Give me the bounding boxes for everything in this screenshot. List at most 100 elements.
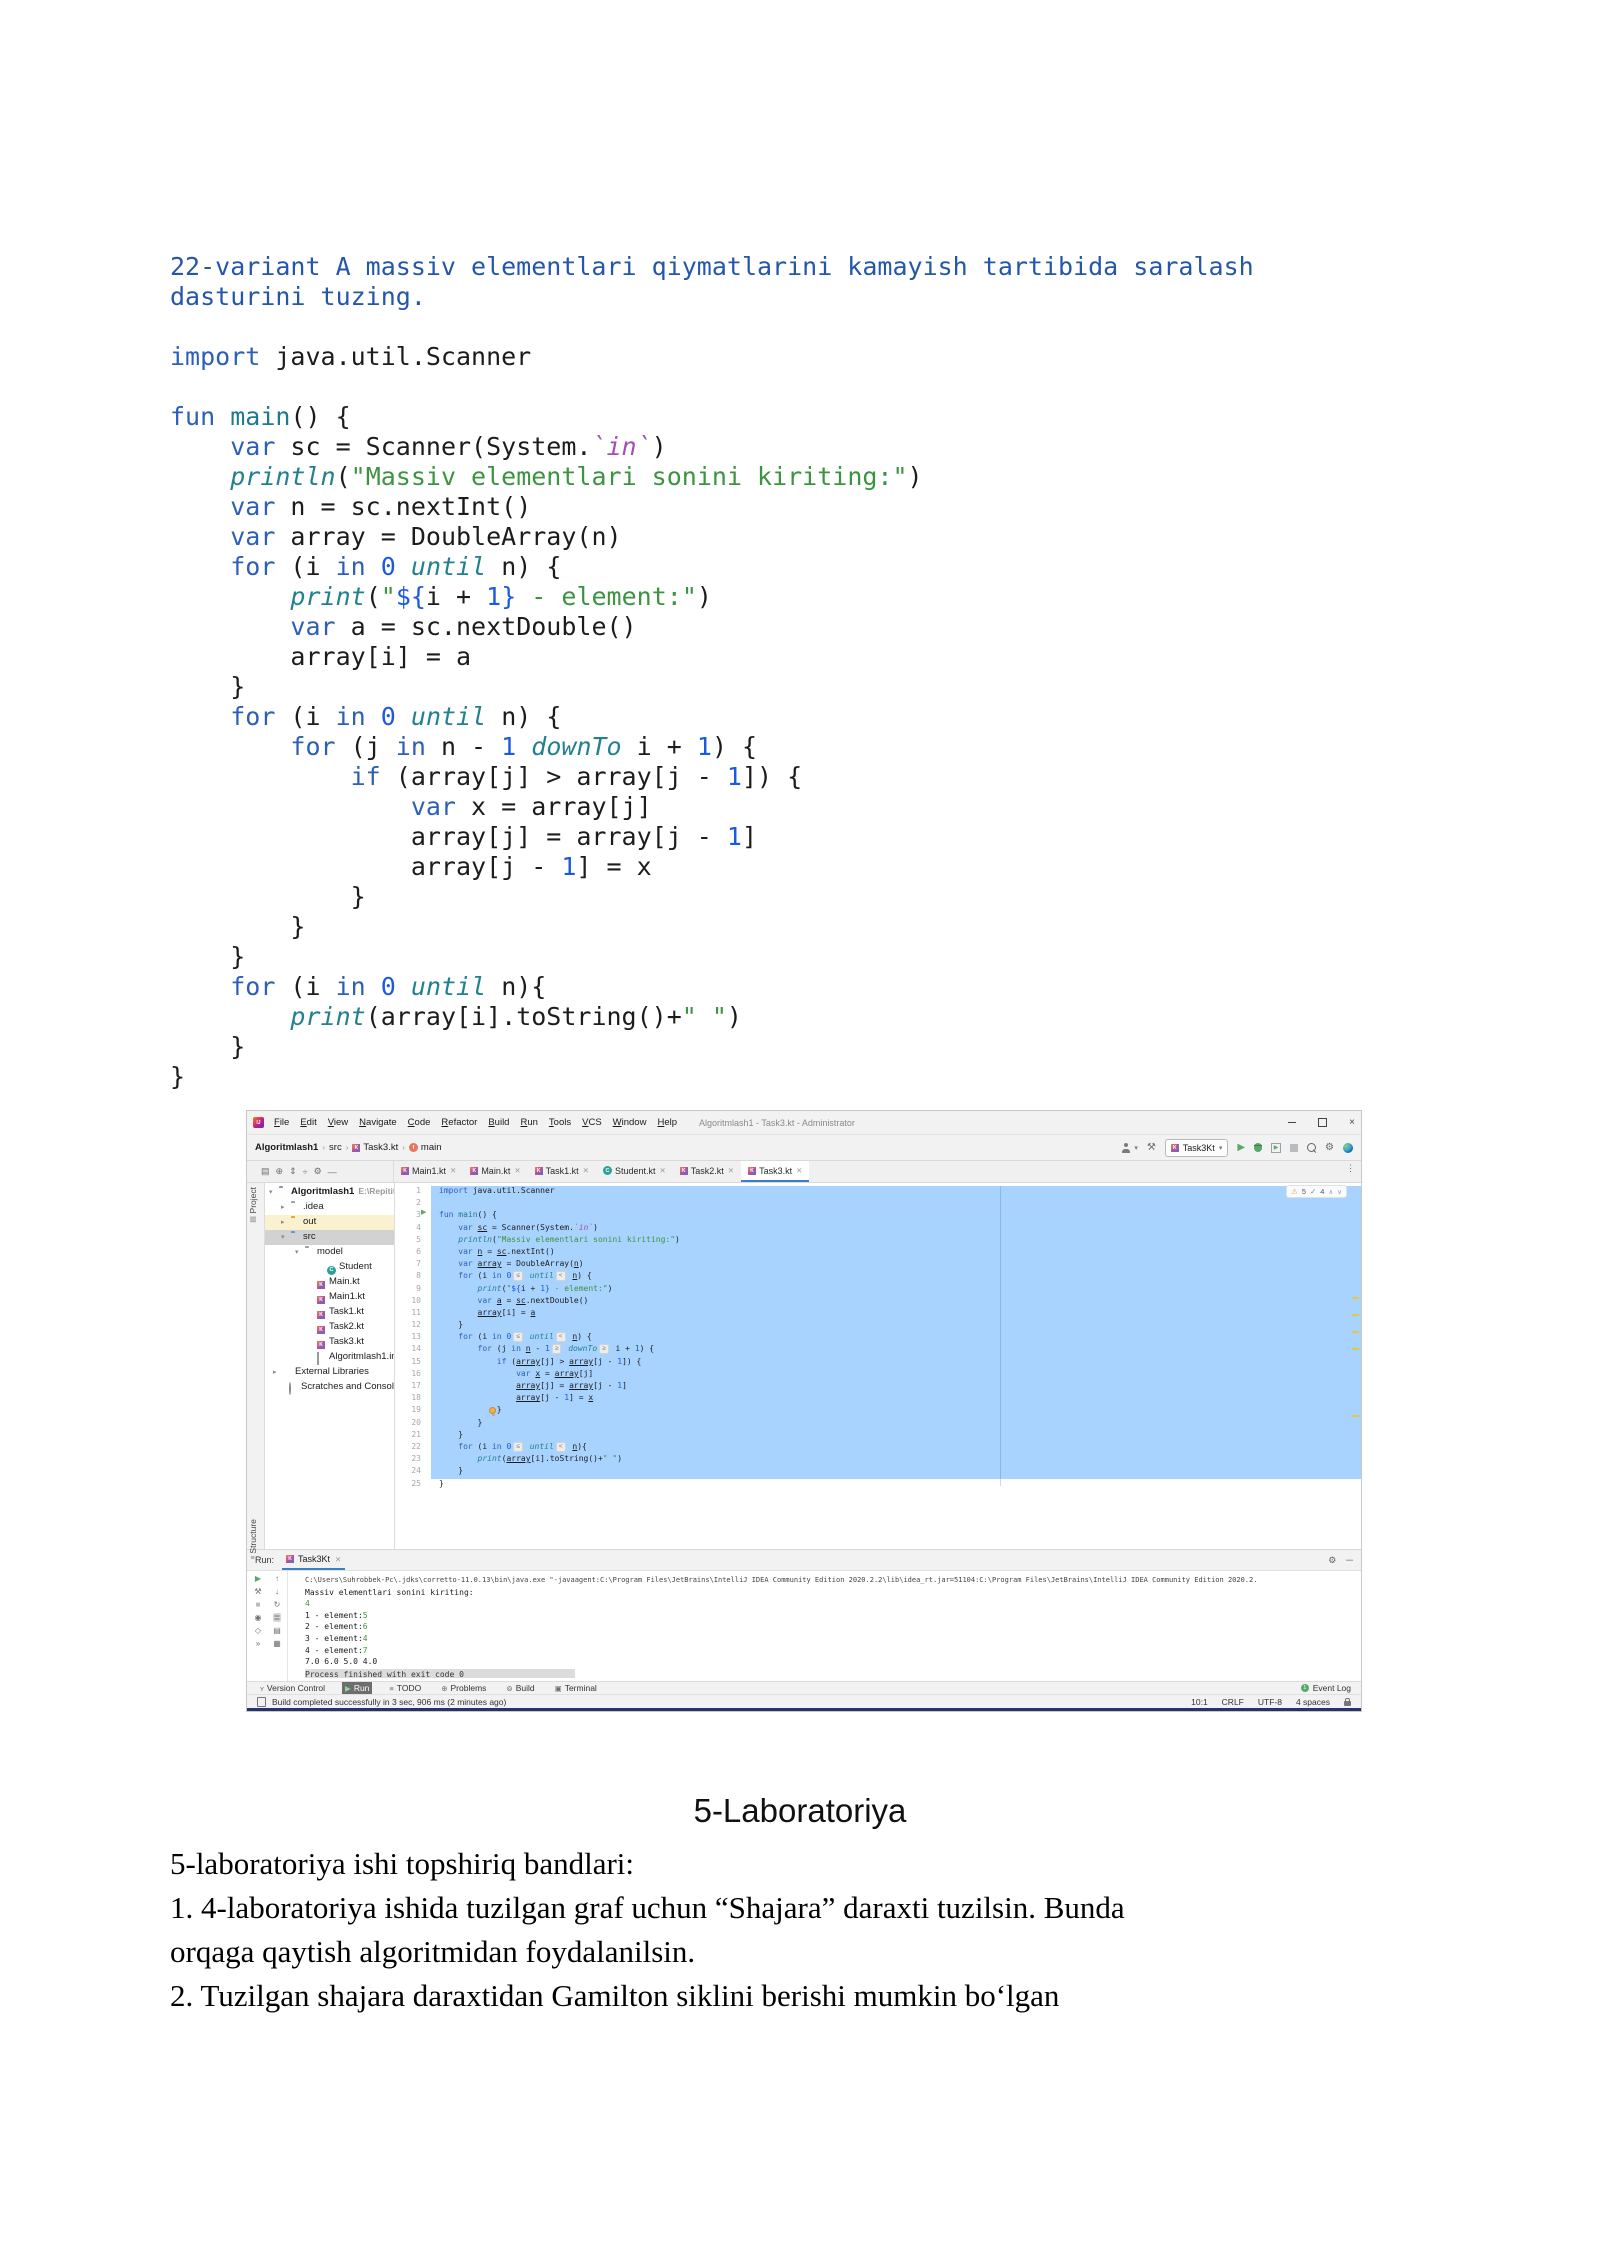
editor-tab-task3-kt[interactable]: KTask3.kt✕	[741, 1161, 809, 1182]
menu-refactor[interactable]: Refactor	[441, 1117, 477, 1128]
editor-tab-main1-kt[interactable]: KMain1.kt✕	[394, 1161, 463, 1182]
toolwindow-button-terminal[interactable]: ▣Terminal	[552, 1682, 600, 1694]
menu-help[interactable]: Help	[657, 1117, 677, 1128]
toolwindow-button-build[interactable]: ⊚Build	[503, 1682, 537, 1694]
scroll-up-icon[interactable]: ↑	[275, 1574, 279, 1583]
inspections-widget[interactable]: ⚠5 ✓4 ∧ ∨	[1286, 1185, 1347, 1198]
tool-button-structure[interactable]: ≡Structure	[248, 1519, 258, 1561]
toolwindow-button-problems[interactable]: ⊕Problems	[438, 1682, 489, 1694]
editor-line[interactable]: array[j] = array[j - 1]	[431, 1381, 1361, 1393]
breadcrumb-item[interactable]: KTask3.kt	[352, 1142, 398, 1153]
editor-line[interactable]: }	[431, 1320, 1361, 1332]
editor-code[interactable]: import java.util.Scanner fun main() { va…	[431, 1186, 1361, 1549]
close-icon[interactable]: ✕	[583, 1166, 589, 1175]
editor-line[interactable]: }	[431, 1418, 1361, 1430]
editor-line[interactable]: var n = sc.nextInt()	[431, 1247, 1361, 1259]
menu-window[interactable]: Window	[613, 1117, 647, 1128]
tree-item-main-kt[interactable]: KMain.kt	[265, 1275, 394, 1290]
menu-code[interactable]: Code	[408, 1117, 431, 1128]
editor-line[interactable]: var array = DoubleArray(n)	[431, 1259, 1361, 1271]
editor-line[interactable]: import java.util.Scanner	[431, 1186, 1361, 1198]
editor-line[interactable]: var sc = Scanner(System.`in`)	[431, 1223, 1361, 1235]
editor-line[interactable]: if (array[j] > array[j - 1]) {	[431, 1357, 1361, 1369]
snapshot-icon[interactable]: ◇	[255, 1626, 261, 1635]
tree-item-model[interactable]: ▾model	[265, 1245, 394, 1260]
editor-line[interactable]: var a = sc.nextDouble()	[431, 1296, 1361, 1308]
minimize-icon[interactable]	[1288, 1122, 1296, 1123]
scroll-down-icon[interactable]: ↓	[275, 1587, 279, 1596]
close-icon[interactable]: ✕	[335, 1555, 341, 1564]
editor-line[interactable]: println("Massiv elementlari sonini kirit…	[431, 1235, 1361, 1247]
editor-line[interactable]: }	[431, 1479, 1361, 1491]
ide-sphere-icon[interactable]	[1343, 1143, 1353, 1153]
tree-item-task3-kt[interactable]: KTask3.kt	[265, 1335, 394, 1350]
close-icon[interactable]: ✕	[450, 1166, 456, 1175]
editor-line[interactable]: }	[431, 1405, 1361, 1417]
locate-icon[interactable]: ⊕	[276, 1166, 284, 1177]
close-icon[interactable]: ✕	[659, 1166, 665, 1175]
tree-arrow-icon[interactable]: ▾	[295, 1248, 299, 1256]
soft-wrap-icon[interactable]: ↻	[274, 1600, 281, 1609]
editor-line[interactable]: }	[431, 1466, 1361, 1478]
tree-item--idea[interactable]: ▸.idea	[265, 1200, 394, 1215]
status-item[interactable]: CRLF	[1222, 1697, 1244, 1707]
editor-line[interactable]: for (j in n - 1≥ downTo≥ i + 1) {	[431, 1344, 1361, 1356]
close-icon[interactable]: ✕	[728, 1166, 734, 1175]
panel-icon[interactable]: ▤	[261, 1166, 270, 1177]
tree-arrow-icon[interactable]: ▸	[273, 1368, 277, 1376]
toolwindow-button-todo[interactable]: ≡TODO	[386, 1682, 424, 1694]
tree-arrow-icon[interactable]: ▾	[269, 1188, 273, 1196]
run-tab[interactable]: K Task3Kt ✕	[282, 1550, 345, 1570]
stop-icon[interactable]: ■	[256, 1600, 261, 1609]
run-gutter-icon[interactable]: ▶	[421, 1209, 426, 1216]
gear-icon[interactable]: ⚙	[1325, 1142, 1334, 1153]
menu-edit[interactable]: Edit	[300, 1117, 316, 1128]
maximize-icon[interactable]	[1318, 1118, 1327, 1127]
close-icon[interactable]: ✕	[796, 1166, 802, 1175]
run-config-select[interactable]: K Task3Kt ▾	[1165, 1139, 1229, 1157]
editor-tab-task1-kt[interactable]: KTask1.kt✕	[528, 1161, 596, 1182]
close-icon[interactable]: ×	[1349, 1118, 1355, 1128]
editor-line[interactable]: for (i in 0≤ until< n) {	[431, 1271, 1361, 1283]
hide-panel-icon[interactable]: ─	[1346, 1555, 1353, 1566]
tree-arrow-icon[interactable]: ▸	[281, 1218, 285, 1226]
tree-item-out[interactable]: ▸out	[265, 1215, 394, 1230]
tool-button-project[interactable]: ▤Project	[248, 1187, 258, 1224]
stop-button[interactable]	[1290, 1144, 1298, 1152]
tree-item-student[interactable]: CStudent	[265, 1260, 394, 1275]
clear-icon[interactable]: ▦	[273, 1639, 281, 1648]
menu-view[interactable]: View	[328, 1117, 348, 1128]
tree-item-task2-kt[interactable]: KTask2.kt	[265, 1320, 394, 1335]
profile-button[interactable]: ▾	[1122, 1143, 1138, 1153]
tree-item-src[interactable]: ▾src	[265, 1230, 394, 1245]
breadcrumb-item[interactable]: fmain	[409, 1142, 442, 1153]
run-button[interactable]: ▶	[1237, 1142, 1245, 1153]
editor-line[interactable]	[431, 1198, 1361, 1210]
event-log-button[interactable]: 1Event Log	[1301, 1683, 1351, 1693]
tree-item-task1-kt[interactable]: KTask1.kt	[265, 1305, 394, 1320]
tree-arrow-icon[interactable]: ▸	[281, 1203, 285, 1211]
menu-vcs[interactable]: VCS	[582, 1117, 602, 1128]
hide-icon[interactable]: —	[328, 1167, 337, 1177]
close-icon[interactable]: ✕	[514, 1166, 520, 1175]
console-output[interactable]: C:\Users\Suhrobbek-Pc\.jdks\corretto-11.…	[287, 1571, 1361, 1681]
tree-item-algoritmlash1[interactable]: ▾Algoritmlash1E:\Repitit	[265, 1185, 394, 1200]
lock-icon[interactable]	[1344, 1701, 1351, 1706]
status-item[interactable]: UTF-8	[1258, 1697, 1282, 1707]
editor-line[interactable]: for (i in 0≤ until< n) {	[431, 1332, 1361, 1344]
tree-item-main1-kt[interactable]: KMain1.kt	[265, 1290, 394, 1305]
menu-tools[interactable]: Tools	[549, 1117, 571, 1128]
rerun-icon[interactable]: ▶	[255, 1574, 261, 1583]
editor-tab-main-kt[interactable]: KMain.kt✕	[463, 1161, 527, 1182]
tree-arrow-icon[interactable]: ▾	[281, 1233, 285, 1241]
editor-line[interactable]: }	[431, 1430, 1361, 1442]
menu-run[interactable]: Run	[520, 1117, 537, 1128]
collapse-all-icon[interactable]: ÷	[303, 1167, 308, 1177]
editor-tab-task2-kt[interactable]: KTask2.kt✕	[673, 1161, 741, 1182]
editor-line[interactable]: for (i in 0≤ until< n){	[431, 1442, 1361, 1454]
editor-line[interactable]: print("${i + 1} - element:")	[431, 1284, 1361, 1296]
more-options-icon[interactable]: ⋮	[1340, 1161, 1361, 1182]
editor-line[interactable]: array[i] = a	[431, 1308, 1361, 1320]
editor-pane[interactable]: 1234567891011121314151617181920212223242…	[395, 1183, 1361, 1549]
build-hammer-icon[interactable]: ⚒	[1147, 1142, 1156, 1153]
